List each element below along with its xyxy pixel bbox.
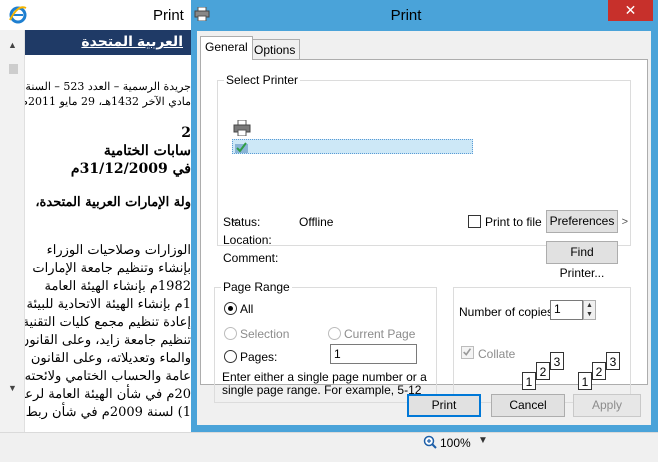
document-header-band: العربية المتحدة (25, 30, 191, 55)
document-scrollbar[interactable]: ▲ ▼ (0, 30, 25, 432)
document-line: ولة الإمارات العربية المتحدة، (35, 195, 191, 210)
copies-group: Number of copies: 1 ▲ ▼ Collate 3 2 1 3 (453, 287, 631, 403)
document-line: في 31/12/2009م (70, 161, 191, 177)
checkmark-icon (463, 348, 472, 356)
zoom-dropdown-icon[interactable]: ▼ (478, 435, 488, 446)
default-printer-check-icon (235, 142, 248, 153)
document-line: عامة والحساب الختامي ولائحته (25, 369, 191, 384)
print-dialog: Print ✕ General Options Select Printer <… (191, 0, 658, 432)
document-line: جريدة الرسمية – العدد 523 – السنة 41 (25, 80, 191, 93)
status-label: Status: (223, 215, 261, 229)
pages-label[interactable]: Pages: (240, 350, 277, 364)
document-line: 1) لسنة 2009م في شأن ربط (25, 405, 191, 420)
status-value: Offline (299, 215, 334, 229)
internet-explorer-icon (9, 6, 27, 24)
document-line: إعادة تنظيم مجمع كليات التقنية (25, 315, 191, 330)
location-label: Location: (223, 233, 272, 247)
document-line: 1982م بإنشاء الهيئة العامة (44, 279, 191, 294)
document-line: تنظيم جامعة زايد، وعلى القانون (25, 333, 191, 348)
scroll-right-icon[interactable]: > (622, 216, 628, 228)
current-page-radio[interactable] (328, 327, 341, 340)
print-to-file-checkbox[interactable] (468, 215, 481, 228)
dialog-client-area: General Options Select Printer < > Statu… (197, 31, 651, 425)
scroll-up-icon[interactable]: ▲ (8, 40, 17, 50)
comment-label: Comment: (223, 251, 279, 265)
document-line: مادي الآخر 1432هـ، 29 مايو 2011م (25, 95, 191, 108)
zoom-icon[interactable] (423, 435, 437, 449)
close-button[interactable]: ✕ (608, 0, 653, 21)
all-label[interactable]: All (240, 302, 253, 316)
dialog-title: Print (390, 7, 422, 24)
spin-up-icon[interactable]: ▲ (584, 301, 595, 310)
preferences-button[interactable]: Preferences (546, 210, 618, 233)
collate-label[interactable]: Collate (478, 347, 515, 361)
current-page-label[interactable]: Current Page (344, 327, 415, 341)
scroll-down-icon[interactable]: ▼ (8, 383, 17, 393)
selected-printer-item[interactable] (232, 139, 473, 154)
copies-input[interactable]: 1 (550, 300, 583, 320)
number-of-copies-label: Number of copies: (459, 305, 557, 319)
zoom-level[interactable]: 100% (440, 436, 471, 450)
copies-spinner[interactable]: ▲ ▼ (583, 300, 596, 320)
general-tab-panel: Select Printer < > Status: Offline Locat… (200, 59, 648, 403)
printer-list[interactable]: < > (223, 92, 628, 233)
collate-checkbox[interactable] (461, 346, 474, 359)
apply-button[interactable]: Apply (573, 394, 641, 417)
pages-input[interactable]: 1 (330, 344, 417, 364)
collate-illustration-icon: 3 2 1 3 2 1 (522, 352, 626, 398)
scroll-thumb[interactable] (9, 64, 18, 74)
status-bar (0, 432, 658, 462)
selection-label[interactable]: Selection (240, 327, 289, 341)
cancel-button[interactable]: Cancel (491, 394, 565, 417)
tab-general[interactable]: General (200, 36, 253, 60)
all-radio[interactable] (224, 302, 237, 315)
page-range-label: Page Range (221, 280, 292, 294)
page-range-hint: Enter either a single page number or a s… (222, 370, 427, 397)
tab-options[interactable]: Options (249, 39, 301, 59)
document-line: 2 (181, 125, 191, 141)
document-page: العربية المتحدة جريدة الرسمية – العدد 52… (25, 30, 191, 432)
document-line: سابات الختامية (103, 143, 191, 159)
print-to-file-label[interactable]: Print to file (485, 215, 542, 229)
document-line: الوزارات وصلاحيات الوزراء (46, 243, 191, 258)
print-button[interactable]: Print (407, 394, 481, 417)
find-printer-button[interactable]: Find Printer... (546, 241, 618, 280)
document-line: بإنشاء وتنظيم جامعة الإمارات (32, 261, 191, 276)
select-printer-label: Select Printer (224, 73, 301, 87)
document-line: 20م في شأن الهيئة العامة لرعاية (25, 387, 191, 402)
background-window-title: Print (153, 7, 184, 24)
document-line: 1م بإنشاء الهيئة الاتحادية للبيئة (26, 297, 191, 312)
printer-icon[interactable] (233, 120, 251, 136)
selection-radio[interactable] (224, 327, 237, 340)
spin-down-icon[interactable]: ▼ (584, 310, 595, 319)
pages-radio[interactable] (224, 350, 237, 363)
document-line: والماء وتعديلاته، وعلى القانون (30, 351, 191, 366)
document-header-text: العربية المتحدة (81, 33, 183, 49)
